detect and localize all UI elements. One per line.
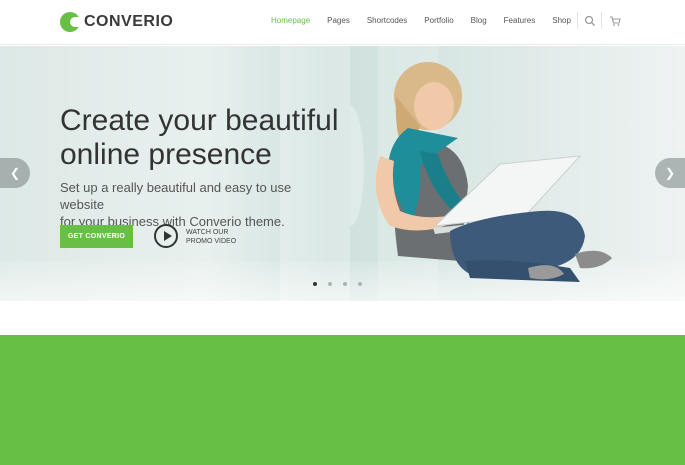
chevron-right-icon: ❯ [664,166,676,180]
slider-prev-button[interactable]: ❮ [0,158,30,188]
hero-slider: Create your beautiful online presence Se… [0,46,685,301]
logo-text: CONVERIO [84,13,174,30]
slider-dot[interactable] [343,282,347,286]
nav-item-blog[interactable]: Blog [471,16,487,25]
logo-mark-icon [60,12,81,32]
watch-promo-video-link[interactable]: WATCH OUR PROMO VIDEO [186,228,246,246]
video-label-line: PROMO VIDEO [186,238,237,245]
hero-photo-woman-laptop [350,62,612,282]
hero-title-line: online presence [60,138,272,171]
hero-subtitle: Set up a really beautiful and easy to us… [60,179,335,230]
hero-title: Create your beautiful online presence [60,104,360,172]
site-header: CONVERIO Homepage Pages Shortcodes Portf… [0,0,685,45]
slider-dot[interactable] [328,282,332,286]
search-icon[interactable] [584,15,596,27]
hero-title-line: Create your beautiful [60,104,339,137]
nav-item-portfolio[interactable]: Portfolio [424,16,453,25]
cart-icon[interactable] [609,15,621,27]
chevron-left-icon: ❮ [9,166,21,180]
nav-item-shop[interactable]: Shop [552,16,571,25]
play-icon[interactable] [154,224,178,248]
get-converio-button[interactable]: GET CONVERIO [60,225,133,248]
slider-next-button[interactable]: ❯ [655,158,685,188]
nav-divider [577,12,578,29]
nav-item-pages[interactable]: Pages [327,16,350,25]
green-section [0,335,685,465]
main-nav: Homepage Pages Shortcodes Portfolio Blog… [271,16,571,25]
hero-subtitle-line: Set up a really beautiful and easy to us… [60,180,292,212]
slider-pagination [313,282,373,286]
nav-divider [601,12,602,29]
nav-item-features[interactable]: Features [504,16,536,25]
slider-dot[interactable] [358,282,362,286]
slider-dot[interactable] [313,282,317,286]
video-label-line: WATCH OUR [186,229,229,236]
logo[interactable]: CONVERIO [60,11,173,33]
nav-item-shortcodes[interactable]: Shortcodes [367,16,407,25]
nav-item-homepage[interactable]: Homepage [271,16,310,25]
